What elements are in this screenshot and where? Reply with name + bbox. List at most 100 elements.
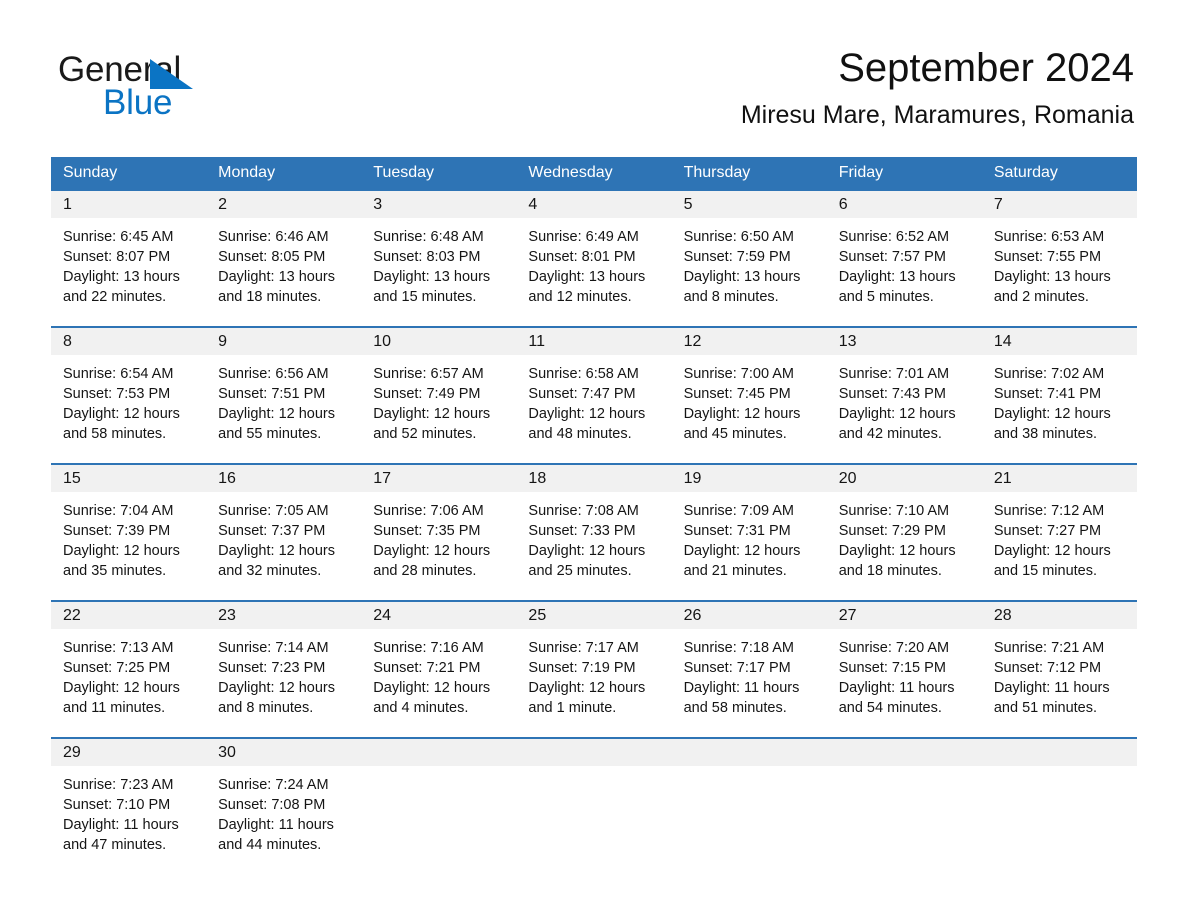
day-number[interactable]: 28 [982,602,1137,629]
day-number[interactable]: 11 [516,328,671,355]
day-cell[interactable]: Sunrise: 6:58 AM Sunset: 7:47 PM Dayligh… [516,355,671,463]
week-detail-band: Sunrise: 7:13 AM Sunset: 7:25 PM Dayligh… [51,629,1137,737]
day-number[interactable]: 25 [516,602,671,629]
day-number[interactable]: 10 [361,328,516,355]
day-cell[interactable]: Sunrise: 7:10 AM Sunset: 7:29 PM Dayligh… [827,492,982,600]
daylight-text-line1: Daylight: 13 hours [838,269,956,285]
day-number[interactable]: 8 [51,328,206,355]
day-number[interactable]: 7 [982,191,1137,218]
location-subtitle: Miresu Mare, Maramures, Romania [740,101,1134,129]
daylight-text-line2: and 47 minutes. [63,837,167,853]
sunrise-text: Sunrise: 7:10 AM [838,503,950,519]
logo-text-blue: Blue [103,83,173,122]
day-number[interactable]: 2 [206,191,361,218]
sunrise-text: Sunrise: 6:50 AM [683,229,794,245]
daylight-text-line1: Daylight: 11 hours [683,680,800,696]
day-cell[interactable]: Sunrise: 6:54 AM Sunset: 7:53 PM Dayligh… [51,355,206,463]
day-cell[interactable]: Sunrise: 7:04 AM Sunset: 7:39 PM Dayligh… [51,492,206,600]
sunrise-text: Sunrise: 7:17 AM [528,640,639,656]
day-number[interactable]: 22 [51,602,206,629]
day-cell[interactable]: Sunrise: 7:16 AM Sunset: 7:21 PM Dayligh… [361,629,516,737]
sunset-text: Sunset: 8:07 PM [63,249,171,265]
day-cell[interactable]: Sunrise: 7:09 AM Sunset: 7:31 PM Dayligh… [672,492,827,600]
day-cell-empty [672,766,827,878]
sunrise-text: Sunrise: 7:14 AM [218,640,329,656]
day-number[interactable]: 6 [827,191,982,218]
general-blue-logo[interactable]: General Blue [58,52,318,122]
daylight-text-line2: and 2 minutes. [993,289,1089,305]
weekday-header-friday: Friday [838,164,884,181]
day-cell[interactable]: Sunrise: 7:20 AM Sunset: 7:15 PM Dayligh… [827,629,982,737]
day-number[interactable]: 15 [51,465,206,492]
daylight-text-line1: Daylight: 12 hours [838,406,956,422]
day-number[interactable]: 13 [827,328,982,355]
daylight-text-line2: and 1 minute. [528,700,617,716]
day-cell[interactable]: Sunrise: 7:21 AM Sunset: 7:12 PM Dayligh… [982,629,1137,737]
day-cell[interactable]: Sunrise: 7:14 AM Sunset: 7:23 PM Dayligh… [206,629,361,737]
day-cell[interactable]: Sunrise: 7:18 AM Sunset: 7:17 PM Dayligh… [672,629,827,737]
day-cell[interactable]: Sunrise: 7:02 AM Sunset: 7:41 PM Dayligh… [982,355,1137,463]
sunset-text: Sunset: 8:01 PM [528,249,636,265]
day-number[interactable]: 16 [206,465,361,492]
day-number[interactable]: 26 [672,602,827,629]
daylight-text-line2: and 22 minutes. [63,289,167,305]
day-number[interactable]: 20 [827,465,982,492]
sunset-text: Sunset: 7:35 PM [373,523,481,539]
sunset-text: Sunset: 7:51 PM [218,386,326,402]
day-cell[interactable]: Sunrise: 7:06 AM Sunset: 7:35 PM Dayligh… [361,492,516,600]
day-number[interactable]: 21 [982,465,1137,492]
day-cell[interactable]: Sunrise: 6:57 AM Sunset: 7:49 PM Dayligh… [361,355,516,463]
day-cell[interactable]: Sunrise: 7:24 AM Sunset: 7:08 PM Dayligh… [206,766,361,878]
sunset-text: Sunset: 7:21 PM [373,660,481,676]
day-cell[interactable]: Sunrise: 6:52 AM Sunset: 7:57 PM Dayligh… [827,218,982,326]
day-cell[interactable]: Sunrise: 7:01 AM Sunset: 7:43 PM Dayligh… [827,355,982,463]
daylight-text-line2: and 58 minutes. [683,700,787,716]
daylight-text-line2: and 44 minutes. [218,837,322,853]
daylight-text-line2: and 15 minutes. [373,289,477,305]
day-cell[interactable]: Sunrise: 6:53 AM Sunset: 7:55 PM Dayligh… [982,218,1137,326]
day-number[interactable]: 4 [516,191,671,218]
day-cell[interactable]: Sunrise: 7:12 AM Sunset: 7:27 PM Dayligh… [982,492,1137,600]
day-cell[interactable]: Sunrise: 7:00 AM Sunset: 7:45 PM Dayligh… [672,355,827,463]
sunset-text: Sunset: 7:23 PM [218,660,326,676]
weekday-header-thursday: Thursday [683,164,751,181]
day-cell[interactable]: Sunrise: 6:48 AM Sunset: 8:03 PM Dayligh… [361,218,516,326]
day-number[interactable]: 18 [516,465,671,492]
day-cell[interactable]: Sunrise: 6:49 AM Sunset: 8:01 PM Dayligh… [516,218,671,326]
daylight-text-line2: and 32 minutes. [218,563,322,579]
day-cell[interactable]: Sunrise: 7:23 AM Sunset: 7:10 PM Dayligh… [51,766,206,878]
day-number[interactable]: 29 [51,739,206,766]
day-cell[interactable]: Sunrise: 6:45 AM Sunset: 8:07 PM Dayligh… [51,218,206,326]
day-cell[interactable]: Sunrise: 6:50 AM Sunset: 7:59 PM Dayligh… [672,218,827,326]
day-cell[interactable]: Sunrise: 7:05 AM Sunset: 7:37 PM Dayligh… [206,492,361,600]
day-cell[interactable]: Sunrise: 7:17 AM Sunset: 7:19 PM Dayligh… [516,629,671,737]
day-number[interactable]: 3 [361,191,516,218]
daylight-text-line2: and 8 minutes. [218,700,314,716]
day-cell[interactable]: Sunrise: 6:46 AM Sunset: 8:05 PM Dayligh… [206,218,361,326]
day-number[interactable]: 24 [361,602,516,629]
daylight-text-line1: Daylight: 12 hours [528,543,646,559]
daylight-text-line2: and 12 minutes. [528,289,632,305]
day-cell[interactable]: Sunrise: 7:08 AM Sunset: 7:33 PM Dayligh… [516,492,671,600]
sunrise-text: Sunrise: 7:18 AM [683,640,794,656]
daylight-text-line2: and 11 minutes. [63,700,166,716]
day-cell[interactable]: Sunrise: 6:56 AM Sunset: 7:51 PM Dayligh… [206,355,361,463]
day-number[interactable]: 14 [982,328,1137,355]
day-number[interactable]: 12 [672,328,827,355]
day-number[interactable]: 30 [206,739,361,766]
sunset-text: Sunset: 7:37 PM [218,523,326,539]
day-number[interactable]: 19 [672,465,827,492]
week-detail-band: Sunrise: 7:04 AM Sunset: 7:39 PM Dayligh… [51,492,1137,600]
daylight-text-line1: Daylight: 12 hours [63,680,180,696]
sunrise-text: Sunrise: 7:09 AM [683,503,794,519]
day-number[interactable]: 23 [206,602,361,629]
day-number[interactable]: 17 [361,465,516,492]
day-number[interactable]: 9 [206,328,361,355]
day-number[interactable]: 5 [672,191,827,218]
sunset-text: Sunset: 7:43 PM [838,386,946,402]
sunrise-text: Sunrise: 7:04 AM [63,503,174,519]
daylight-text-line2: and 18 minutes. [218,289,322,305]
day-number[interactable]: 27 [827,602,982,629]
day-number[interactable]: 1 [51,191,206,218]
day-cell[interactable]: Sunrise: 7:13 AM Sunset: 7:25 PM Dayligh… [51,629,206,737]
